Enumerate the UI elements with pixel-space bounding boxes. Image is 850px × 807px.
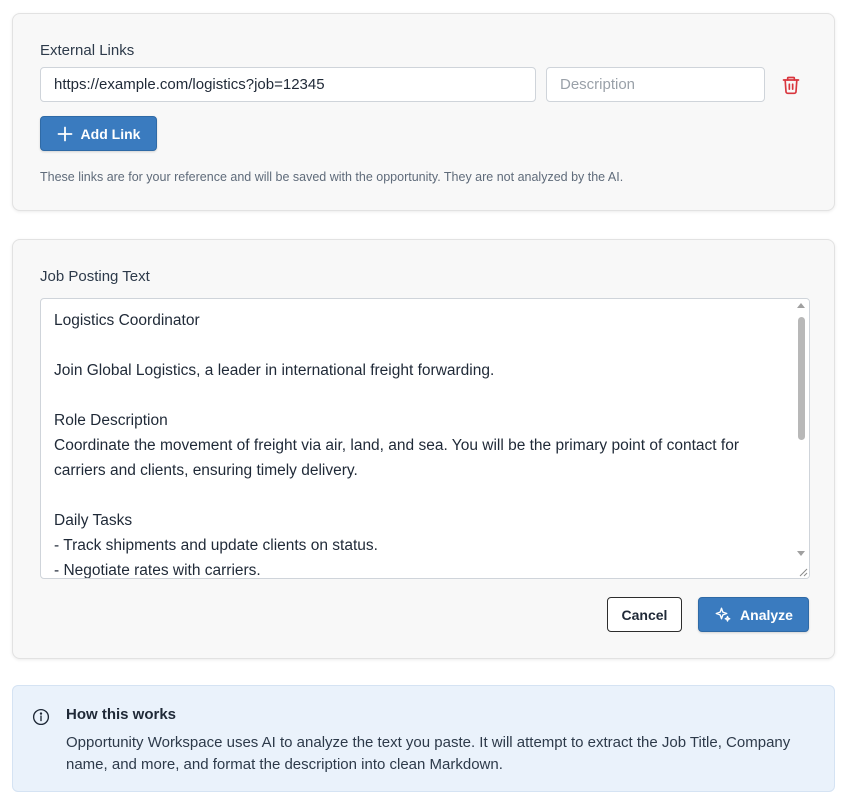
how-this-works-box: How this works Opportunity Workspace use…	[12, 685, 835, 792]
job-posting-card: Job Posting Text Logistics Coordinator J…	[12, 239, 835, 659]
scroll-thumb[interactable]	[798, 317, 805, 440]
scroll-down-arrow-icon[interactable]	[797, 551, 805, 556]
plus-icon	[57, 126, 72, 141]
link-url-input[interactable]	[40, 67, 536, 102]
job-posting-label: Job Posting Text	[40, 268, 150, 285]
info-icon	[32, 708, 50, 726]
analyze-label: Analyze	[740, 606, 793, 623]
analyze-button[interactable]: Analyze	[698, 597, 809, 632]
trash-icon	[782, 76, 800, 95]
scroll-up-arrow-icon[interactable]	[797, 303, 805, 308]
external-links-card: External Links Add Link These links are …	[12, 13, 835, 211]
delete-link-button[interactable]	[778, 72, 804, 98]
links-help-text: These links are for your reference and w…	[40, 170, 624, 184]
cancel-button[interactable]: Cancel	[607, 597, 682, 632]
external-links-label: External Links	[40, 42, 135, 59]
job-posting-textarea[interactable]: Logistics Coordinator Join Global Logist…	[40, 298, 810, 579]
info-body: Opportunity Workspace uses AI to analyze…	[66, 734, 791, 773]
link-description-input[interactable]	[546, 67, 765, 102]
add-link-button[interactable]: Add Link	[40, 116, 157, 151]
add-link-label: Add Link	[80, 125, 141, 142]
textarea-scrollbar[interactable]	[794, 299, 809, 578]
info-title: How this works	[66, 706, 177, 723]
resize-grip-icon[interactable]	[796, 565, 808, 577]
sparkle-icon	[715, 607, 731, 622]
job-posting-text: Logistics Coordinator Join Global Logist…	[54, 312, 739, 579]
